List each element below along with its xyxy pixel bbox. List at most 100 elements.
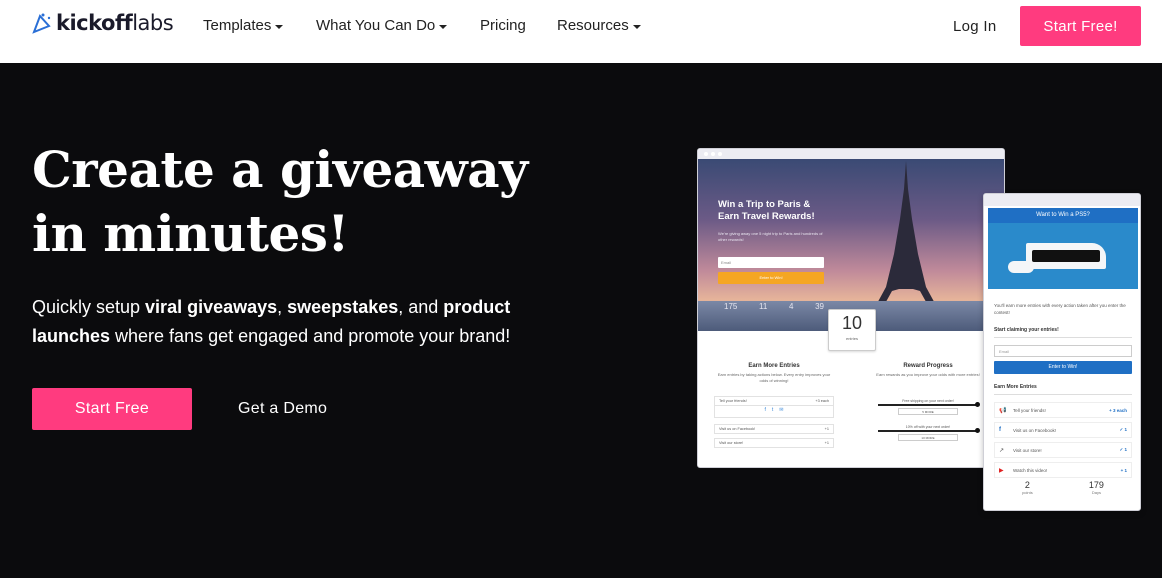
top-nav: kickofflabs Templates What You Can Do Pr… (0, 0, 1162, 63)
mobile-header: Want to Win a PS5? (988, 208, 1138, 223)
logo-text-light: labs (132, 11, 174, 35)
stat-value: 179 (1088, 480, 1104, 490)
mobile-action-row: ▶ Watch this video! + 1 (994, 462, 1132, 478)
reward-title: Reward Progress (903, 363, 953, 369)
stat-days: 179 Days (1089, 480, 1104, 495)
paris-hero-image: Win a Trip to Paris & Earn Travel Reward… (698, 159, 1004, 331)
hero-sub-text: , and (398, 297, 444, 317)
caret-down-icon (439, 24, 448, 29)
countdown: 175 11 4 39 (724, 302, 824, 311)
divider (994, 337, 1132, 338)
nav-what-you-can-do-label: What You Can Do (316, 17, 436, 34)
get-demo-link[interactable]: Get a Demo (238, 400, 327, 418)
facebook-icon: f (999, 427, 1001, 433)
reward-bar (878, 402, 980, 407)
reward-bar (878, 428, 980, 433)
ps5-image (988, 223, 1138, 289)
ps5-controller (1008, 261, 1034, 273)
desktop-email-field: Email (718, 257, 824, 268)
reward-progress-section: Reward Progress Earn rewards as you impr… (870, 363, 986, 378)
hero-sub-text: , (277, 297, 288, 317)
mobile-earn-title: Earn More Entries (994, 384, 1037, 390)
action-label: Visit us on Facebook! (1013, 427, 1056, 433)
desktop-action-row: Visit us on Facebook! +1 (714, 424, 834, 434)
action-label: Tell your friends! (719, 399, 747, 403)
browser-dot (718, 152, 722, 156)
ps5-console-body (1032, 250, 1100, 262)
nav-templates[interactable]: Templates (203, 17, 284, 34)
reward-item: 10% off with your next order! 10 MORE (878, 425, 980, 441)
caret-down-icon (275, 24, 284, 29)
facebook-icon: f (764, 407, 766, 413)
action-label: Visit our store! (719, 441, 744, 445)
action-value: +3 each (815, 399, 829, 403)
countdown-value: 11 (759, 302, 768, 311)
hero-sub-text: where fans get engaged and promote your … (110, 326, 511, 346)
browser-dot (711, 152, 715, 156)
reward-desc: Earn rewards as you improve your odds wi… (876, 372, 980, 377)
caret-down-icon (632, 24, 641, 29)
action-label: Visit our store! (1013, 447, 1042, 453)
nav-resources-label: Resources (557, 17, 629, 34)
twitter-icon: t (771, 407, 774, 413)
divider (994, 394, 1132, 395)
hero-sub-bold: viral giveaways (145, 297, 278, 317)
start-claiming-title: Start claiming your entries! (994, 327, 1059, 333)
action-label: Watch this video! (1013, 467, 1048, 473)
login-link[interactable]: Log In (953, 18, 997, 35)
nav-resources[interactable]: Resources (557, 17, 641, 34)
hero-subtitle: Quickly setup viral giveaways, sweepstak… (32, 293, 592, 351)
mobile-enter-button: Enter to Win! (994, 361, 1132, 374)
earn-entries-section: Earn More Entries Earn entries by taking… (714, 363, 834, 384)
mobile-action-row: f Visit us on Facebook! ✓ 1 (994, 422, 1132, 438)
party-hat-icon (32, 13, 51, 34)
action-value: + 1 (1120, 467, 1127, 473)
desktop-enter-button: Enter to Win! (718, 272, 824, 284)
mobile-body-text: You'll earn more entries with every acti… (994, 303, 1126, 315)
stat-value: 2 (1024, 480, 1030, 490)
start-free-button[interactable]: Start Free (32, 388, 192, 430)
logo-text-bold: kickoff (56, 11, 133, 35)
mobile-action-row: ↗ Visit our store! ✓ 1 (994, 442, 1132, 458)
megaphone-icon: 📢 (999, 407, 1007, 414)
nav-start-free-button[interactable]: Start Free! (1020, 6, 1141, 46)
mobile-stats: 2 points 179 Days (994, 480, 1132, 495)
action-value: ✓ 1 (1119, 447, 1127, 452)
entries-count: 10 (841, 313, 863, 333)
countdown-value: 175 (724, 302, 738, 311)
desktop-blurb: We're giving away one 5 night trip to Pa… (718, 231, 823, 242)
desktop-action-row: Visit our store! +1 (714, 438, 834, 448)
action-value: + 3 each (1109, 407, 1127, 413)
mobile-mockup: Want to Win a PS5? You'll earn more entr… (983, 193, 1141, 511)
action-label: Tell your friends! (1013, 407, 1046, 413)
nav-what-you-can-do[interactable]: What You Can Do (316, 17, 448, 34)
hero-sub-text: Quickly setup (32, 297, 146, 317)
reward-badge: 10 MORE (898, 434, 958, 441)
logo[interactable]: kickofflabs (32, 11, 174, 35)
hero-title-line2: in minutes! (32, 204, 349, 263)
action-value: +1 (824, 441, 829, 445)
countdown-value: 4 (788, 302, 794, 311)
action-value: ✓ 1 (1119, 427, 1127, 432)
entries-counter: 10 entries (828, 309, 876, 351)
reward-label: 10% off with your next order! (905, 425, 951, 429)
earn-title: Earn More Entries (748, 363, 800, 369)
browser-dot (704, 152, 708, 156)
youtube-icon: ▶ (999, 467, 1004, 474)
stat-label: Days (1091, 490, 1101, 495)
stat-label: points (1022, 490, 1033, 495)
nav-pricing-label: Pricing (480, 17, 526, 34)
nav-templates-label: Templates (203, 17, 272, 34)
entries-label: entries (845, 336, 858, 341)
nav-pricing[interactable]: Pricing (480, 17, 526, 34)
mobile-email-field: Email (994, 345, 1132, 357)
reward-label: Free shipping on your next order! (902, 399, 954, 403)
hero-title: Create a giveaway in minutes! (32, 138, 592, 266)
hero-title-line1: Create a giveaway (32, 140, 528, 199)
reward-badge: 5 MORE (898, 408, 958, 415)
desktop-mockup: Win a Trip to Paris & Earn Travel Reward… (697, 148, 1005, 468)
action-value: +1 (824, 427, 829, 431)
browser-bar (698, 149, 1004, 159)
share-icons: f t ✉ (714, 404, 834, 418)
countdown-value: 39 (815, 302, 824, 311)
